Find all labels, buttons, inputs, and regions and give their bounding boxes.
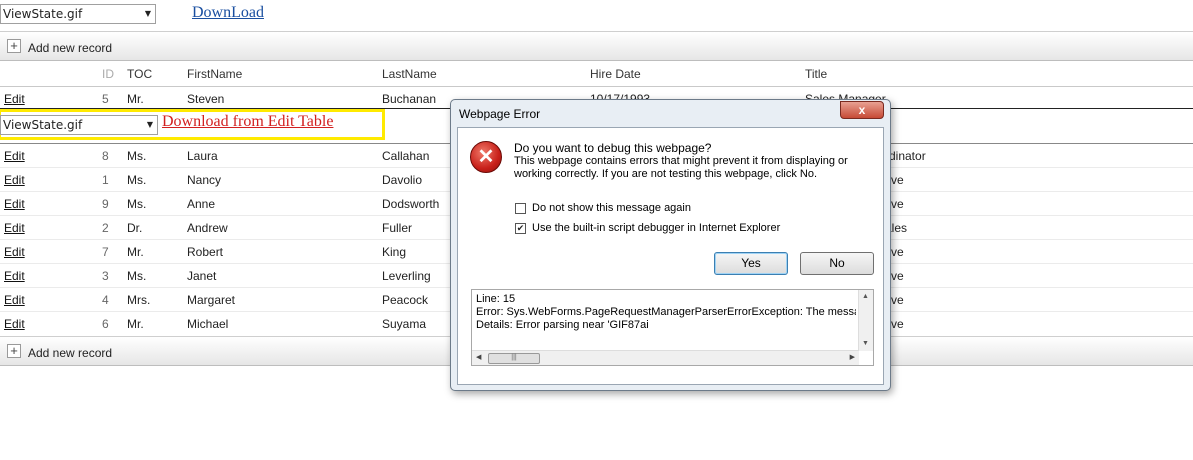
no-button[interactable]: No xyxy=(800,252,874,275)
close-icon: x xyxy=(858,103,866,117)
cell-toc: Mrs. xyxy=(127,293,151,307)
cell-lastname: Fuller xyxy=(382,221,413,235)
scrollbar-thumb[interactable]: ||| xyxy=(488,353,540,364)
cell-toc: Mr. xyxy=(127,245,144,259)
cell-id: 2 xyxy=(102,221,109,235)
cell-id: 3 xyxy=(102,269,109,283)
cell-firstname: Janet xyxy=(187,269,217,283)
edit-link[interactable]: Edit xyxy=(4,293,25,307)
cell-id: 1 xyxy=(102,173,109,187)
cell-firstname: Laura xyxy=(187,149,218,163)
cell-lastname: Davolio xyxy=(382,173,423,187)
download-from-edit-table-link[interactable]: Download from Edit Table xyxy=(162,113,333,131)
header-lastname[interactable]: LastName xyxy=(382,67,437,81)
chevron-down-icon: ▼ xyxy=(144,9,151,18)
dialog-question: Do you want to debug this webpage? xyxy=(514,141,712,155)
chevron-down-icon: ▼ xyxy=(146,120,153,129)
cell-toc: Ms. xyxy=(127,149,147,163)
cell-firstname: Steven xyxy=(187,92,225,106)
horizontal-scrollbar[interactable]: ◀ ||| ▶ xyxy=(472,350,859,365)
cell-lastname: Peacock xyxy=(382,293,429,307)
download-link[interactable]: DownLoad xyxy=(192,4,264,22)
cell-toc: Mr. xyxy=(127,317,144,331)
cell-toc: Dr. xyxy=(127,221,143,235)
edit-link[interactable]: Edit xyxy=(4,197,25,211)
cell-lastname: Leverling xyxy=(382,269,431,283)
script-debugger-checkbox[interactable]: ✔ xyxy=(515,223,526,234)
vertical-scrollbar[interactable]: ▲ ▼ xyxy=(858,290,873,351)
error-details-box[interactable]: Line: 15 Error: Sys.WebForms.PageRequest… xyxy=(471,289,874,366)
webpage-error-dialog: Webpage Error x ✕ Do you want to debug t… xyxy=(450,99,891,391)
top-command-bar: + Add new record xyxy=(0,31,1193,61)
dialog-message: This webpage contains errors that might … xyxy=(514,155,848,180)
cell-firstname: Nancy xyxy=(187,173,222,187)
cell-lastname: King xyxy=(382,245,407,259)
close-button[interactable]: x xyxy=(840,101,884,119)
cell-firstname: Margaret xyxy=(187,293,236,307)
header-firstname[interactable]: FirstName xyxy=(187,67,242,81)
cell-id: 5 xyxy=(102,92,109,106)
yes-button[interactable]: Yes xyxy=(714,252,788,275)
cell-lastname: Buchanan xyxy=(382,92,437,106)
cell-title: rdinator xyxy=(885,149,926,163)
cell-firstname: Robert xyxy=(187,245,224,259)
cell-id: 4 xyxy=(102,293,109,307)
edit-link[interactable]: Edit xyxy=(4,269,25,283)
edit-link[interactable]: Edit xyxy=(4,245,25,259)
scroll-left-icon[interactable]: ◀ xyxy=(476,353,481,361)
cell-toc: Ms. xyxy=(127,173,147,187)
plus-icon[interactable]: + xyxy=(7,344,21,358)
dialog-title: Webpage Error xyxy=(459,107,541,121)
cell-toc: Ms. xyxy=(127,197,147,211)
cell-firstname: Anne xyxy=(187,197,216,211)
add-new-record-button[interactable]: Add new record xyxy=(28,41,112,55)
edit-link[interactable]: Edit xyxy=(4,92,25,106)
edit-link[interactable]: Edit xyxy=(4,173,25,187)
cell-firstname: Andrew xyxy=(187,221,228,235)
scroll-down-icon[interactable]: ▼ xyxy=(862,340,869,347)
plus-icon[interactable]: + xyxy=(7,39,21,53)
scroll-right-icon[interactable]: ▶ xyxy=(850,353,855,361)
cell-id: 7 xyxy=(102,245,109,259)
header-hire-date[interactable]: Hire Date xyxy=(590,67,641,81)
cell-toc: Mr. xyxy=(127,92,144,106)
header-toc[interactable]: TOC xyxy=(127,67,152,81)
cell-toc: Ms. xyxy=(127,269,147,283)
cell-lastname: Callahan xyxy=(382,149,430,163)
grid-header: ID TOC FirstName LastName Hire Date Titl… xyxy=(0,61,1193,87)
dialog-body: ✕ Do you want to debug this webpage? Thi… xyxy=(457,127,884,385)
cell-lastname: Suyama xyxy=(382,317,427,331)
edit-file-select-value: ViewState.gif xyxy=(3,118,83,132)
do-not-show-label: Do not show this message again xyxy=(532,202,691,214)
header-title[interactable]: Title xyxy=(805,67,827,81)
cell-id: 9 xyxy=(102,197,109,211)
edit-link[interactable]: Edit xyxy=(4,317,25,331)
add-new-record-button[interactable]: Add new record xyxy=(28,346,112,360)
do-not-show-checkbox[interactable] xyxy=(515,203,526,214)
header-id[interactable]: ID xyxy=(102,67,114,81)
error-icon: ✕ xyxy=(470,141,502,173)
top-file-select-value: ViewState.gif xyxy=(3,7,83,21)
cell-id: 8 xyxy=(102,149,109,163)
cell-firstname: Michael xyxy=(187,317,229,331)
edit-link[interactable]: Edit xyxy=(4,149,25,163)
edit-file-select[interactable]: ViewState.gif ▼ xyxy=(0,115,158,135)
error-details-text: Line: 15 Error: Sys.WebForms.PageRequest… xyxy=(476,293,856,331)
cell-id: 6 xyxy=(102,317,109,331)
script-debugger-label: Use the built-in script debugger in Inte… xyxy=(532,222,781,234)
cell-lastname: Dodsworth xyxy=(382,197,440,211)
edit-link[interactable]: Edit xyxy=(4,221,25,235)
scroll-up-icon[interactable]: ▲ xyxy=(862,293,869,300)
top-file-select[interactable]: ViewState.gif ▼ xyxy=(0,4,156,24)
